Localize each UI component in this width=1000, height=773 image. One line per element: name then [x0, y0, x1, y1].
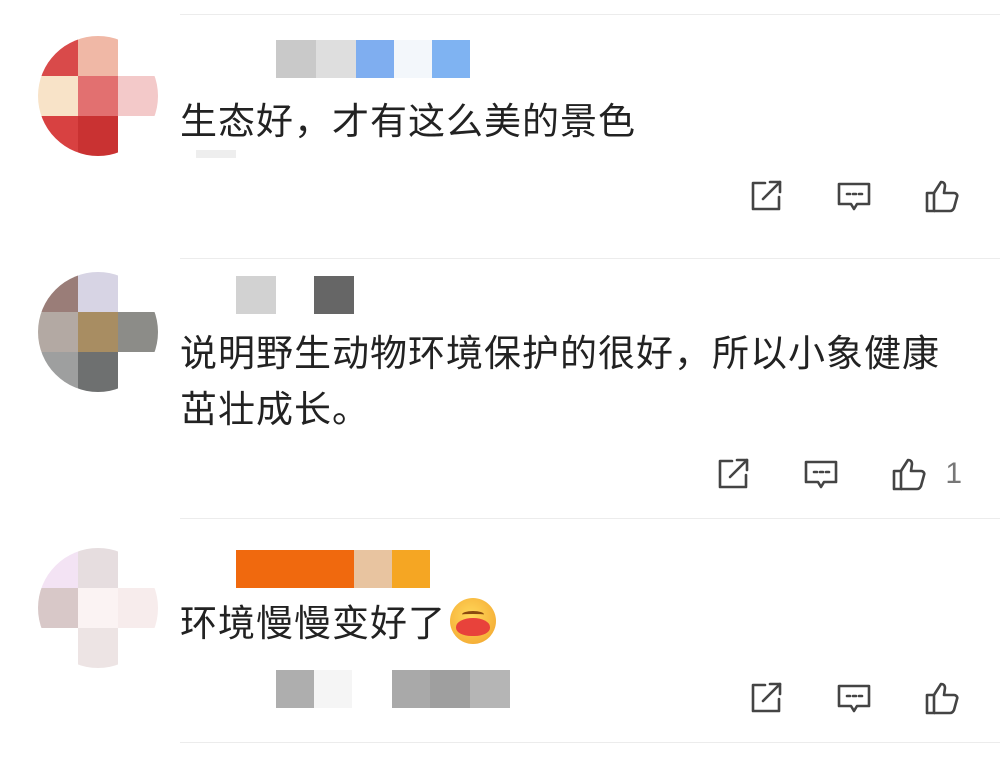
avatar-pixel — [38, 588, 78, 628]
like-button[interactable] — [889, 454, 929, 494]
comment-text-content: 环境慢慢变好了 — [180, 602, 446, 645]
comment-divider — [180, 518, 1000, 519]
like-count: 1 — [945, 457, 962, 490]
avatar-pixel — [78, 116, 118, 156]
like-icon — [925, 180, 959, 213]
avatar-pixel — [38, 628, 78, 668]
avatar[interactable] — [38, 36, 158, 156]
avatar-pixel — [38, 548, 78, 588]
avatar-pixel — [38, 76, 78, 116]
avatar-pixel — [38, 312, 78, 352]
comment-text: 环境慢慢变好了 — [180, 596, 970, 652]
avatar-pixel — [78, 36, 118, 76]
avatar-pixel — [38, 272, 78, 312]
avatar-pixel — [118, 312, 158, 352]
meta-blurred — [276, 670, 510, 708]
share-icon — [719, 458, 749, 489]
reply-icon — [837, 684, 871, 713]
comment-divider — [180, 258, 1000, 259]
avatar-pixel — [78, 548, 118, 588]
hug-emoji-icon — [450, 598, 496, 644]
avatar-pixel — [78, 76, 118, 116]
avatar-pixel — [118, 272, 158, 312]
avatar-pixel — [78, 312, 118, 352]
avatar-pixel — [38, 352, 78, 392]
username-blurred[interactable] — [276, 40, 470, 78]
comment-actions: 1 — [713, 454, 962, 494]
reply-icon — [837, 182, 871, 211]
comment-text: 生态好，才有这么美的景色 — [180, 100, 636, 143]
avatar-pixel — [78, 628, 118, 668]
avatar-pixel — [78, 272, 118, 312]
username-blurred[interactable] — [236, 550, 430, 588]
avatar-pixel — [38, 36, 78, 76]
like-button[interactable] — [922, 176, 962, 216]
bottom-divider — [180, 742, 1000, 743]
avatar-pixel — [118, 36, 158, 76]
avatar[interactable] — [38, 548, 158, 668]
share-button[interactable] — [746, 678, 786, 718]
like-icon — [925, 682, 959, 715]
reply-button[interactable] — [834, 678, 874, 718]
meta-blurred — [196, 150, 236, 158]
like-button[interactable] — [922, 678, 962, 718]
avatar-pixel — [78, 588, 118, 628]
top-divider — [180, 14, 1000, 15]
comment-actions — [746, 176, 962, 216]
reply-icon — [805, 460, 838, 489]
reply-button[interactable] — [834, 176, 874, 216]
avatar-pixel — [118, 548, 158, 588]
avatar[interactable] — [38, 272, 158, 392]
avatar-pixel — [118, 628, 158, 668]
avatar-pixel — [118, 76, 158, 116]
reply-button[interactable] — [801, 454, 841, 494]
share-icon — [751, 682, 782, 713]
avatar-pixel — [78, 352, 118, 392]
share-icon — [751, 180, 782, 211]
like-icon — [893, 458, 926, 491]
share-button[interactable] — [746, 176, 786, 216]
comment-actions — [746, 678, 962, 718]
avatar-pixel — [118, 588, 158, 628]
avatar-pixel — [38, 116, 78, 156]
share-button[interactable] — [713, 454, 753, 494]
avatar-pixel — [118, 116, 158, 156]
comment-text: 说明野生动物环境保护的很好，所以小象健康茁壮成长。 — [180, 332, 940, 431]
username-blurred[interactable] — [236, 276, 354, 314]
avatar-pixel — [118, 352, 158, 392]
